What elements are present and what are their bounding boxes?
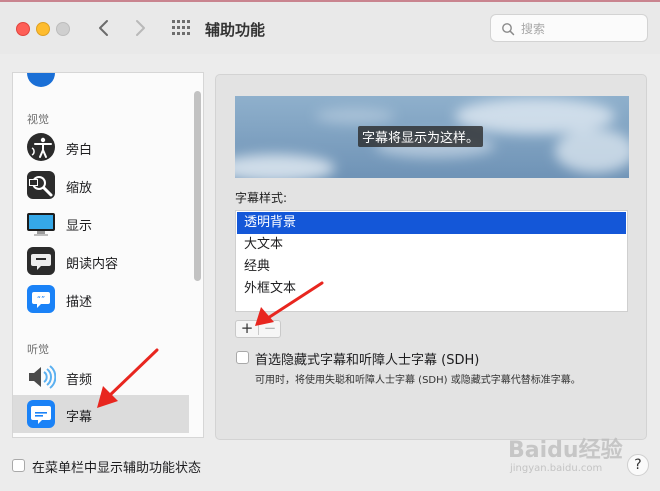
sidebar-item-label: 描述 [66,295,93,310]
caption-style-item[interactable]: 外框文本 [237,278,626,300]
sidebar-section-hearing: 听觉 [27,343,49,356]
sidebar-item-label: 朗读内容 [66,257,119,272]
title-bar: 辅助功能 [0,2,660,54]
caption-style-item[interactable]: 大文本 [237,234,626,256]
close-window-button[interactable] [16,22,30,36]
sidebar-item-audio[interactable]: 音频 [13,358,189,396]
forward-button[interactable] [130,16,150,40]
voiceover-icon [27,133,55,161]
descriptions-icon: “” [27,285,55,313]
caption-preview: 字幕将显示为这样。 [235,96,629,178]
chevron-right-icon [136,20,145,36]
spoken-content-icon [27,247,55,275]
sidebar-scrollbar[interactable] [194,91,201,281]
caption-style-item[interactable]: 经典 [237,256,626,278]
preview-caption-text: 字幕将显示为这样。 [358,126,484,147]
sdh-checkbox[interactable] [236,351,249,364]
captions-panel: 字幕将显示为这样。 字幕样式: 透明背景 大文本 经典 外框文本 + − 首选隐… [215,74,647,440]
sidebar-item-label: 显示 [66,219,93,234]
sidebar-section-vision: 视觉 [27,113,49,126]
sidebar-item-display[interactable]: 显示 [13,204,189,242]
sidebar: 视觉 旁白 缩放 显示 朗读内容 “” 描述 听觉 音频 字幕 [12,72,204,438]
search-field[interactable] [490,14,648,42]
svg-text:“”: “” [37,295,45,304]
window-title: 辅助功能 [205,21,266,39]
sidebar-item-zoom[interactable]: 缩放 [13,166,189,204]
display-icon [27,213,55,236]
menu-status-checkbox[interactable] [12,459,25,472]
sidebar-item-label: 旁白 [66,143,93,158]
show-all-grid-icon[interactable] [172,20,190,36]
sidebar-item-captions[interactable]: 字幕 [13,395,189,433]
add-remove-control: + − [235,319,281,338]
add-style-button[interactable]: + [236,319,258,337]
sdh-label: 首选隐藏式字幕和听障人士字幕 (SDH) [255,353,480,368]
search-icon [502,23,515,36]
captions-icon [27,400,55,428]
minimize-window-button[interactable] [36,22,50,36]
help-button[interactable]: ? [627,454,649,476]
watermark-logo: Baidu经验 [508,438,623,463]
general-icon [27,73,55,87]
menu-status-label: 在菜单栏中显示辅助功能状态 [32,461,202,476]
remove-style-button[interactable]: − [259,319,281,337]
caption-style-label: 字幕样式: [235,191,288,205]
search-input[interactable] [519,18,643,40]
caption-style-item[interactable]: 透明背景 [237,212,626,234]
sdh-description: 可用时，将使用失聪和听障人士字幕 (SDH) 或隐藏式字幕代替标准字幕。 [255,375,581,386]
sidebar-item-label: 音频 [66,373,93,388]
zoom-icon [27,171,55,199]
back-button[interactable] [94,16,114,40]
sidebar-item-spoken-content[interactable]: 朗读内容 [13,242,189,280]
chevron-left-icon [99,20,108,36]
zoom-window-button[interactable] [56,22,70,36]
watermark-url: jingyan.baidu.com [510,463,603,474]
audio-icon [29,365,56,389]
caption-style-list: 透明背景 大文本 经典 外框文本 [235,210,628,312]
sidebar-item-voiceover[interactable]: 旁白 [13,128,189,166]
sidebar-item-descriptions[interactable]: “” 描述 [13,280,189,318]
sidebar-item-label: 字幕 [66,410,93,425]
sidebar-item-label: 缩放 [66,181,93,196]
